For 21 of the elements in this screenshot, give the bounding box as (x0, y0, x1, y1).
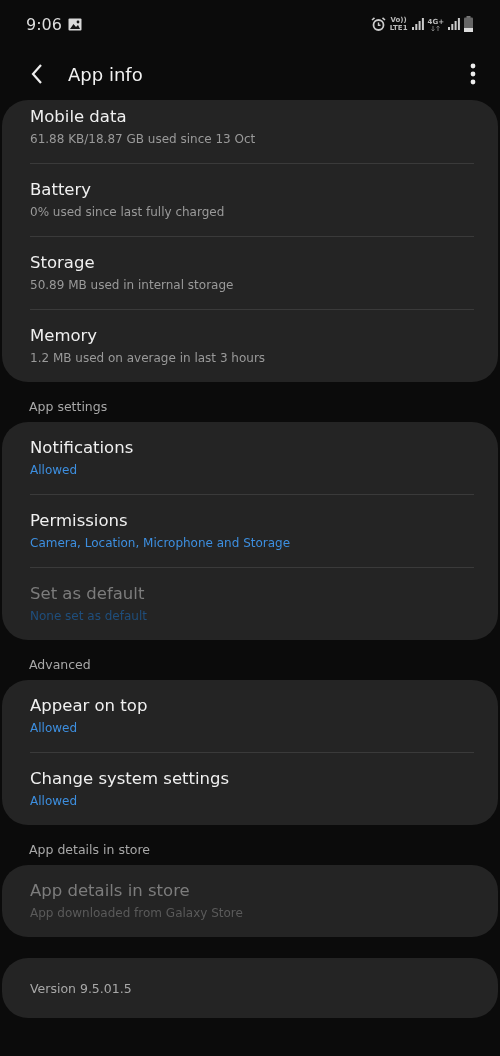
settings-item[interactable]: Notifications Allowed (30, 422, 474, 494)
screen-title: App info (68, 63, 144, 85)
section-heading: App settings (28, 398, 109, 416)
data-arrows-icon (431, 25, 441, 31)
version-text: Version 9.5.01.5 (30, 980, 132, 996)
more-options-button[interactable] (468, 61, 478, 87)
section-heading: App details in store (28, 841, 151, 859)
alarm-icon (370, 17, 386, 31)
settings-item[interactable]: Appear on top Allowed (30, 680, 474, 752)
settings-item[interactable]: Permissions Camera, Location, Microphone and Storage (30, 495, 474, 567)
settings-item[interactable]: Change system settings Allowed (30, 753, 474, 825)
image-icon (67, 17, 82, 31)
section-heading: Advanced (28, 656, 92, 674)
settings-item[interactable]: Memory 1.2 MB used on average in last 3 hours (30, 310, 474, 382)
settings-item[interactable]: Mobile data 61.88 KB/18.87 GB used since 13 Oct (30, 100, 474, 163)
signal-icon (411, 18, 424, 30)
status-time: 9:06 (26, 14, 62, 34)
settings-item[interactable]: Battery 0% used since last fully charged (30, 164, 474, 236)
signal-icon (448, 18, 460, 30)
battery-icon (464, 16, 473, 32)
settings-item[interactable]: Storage 50.89 MB used in internal storage (30, 237, 474, 309)
